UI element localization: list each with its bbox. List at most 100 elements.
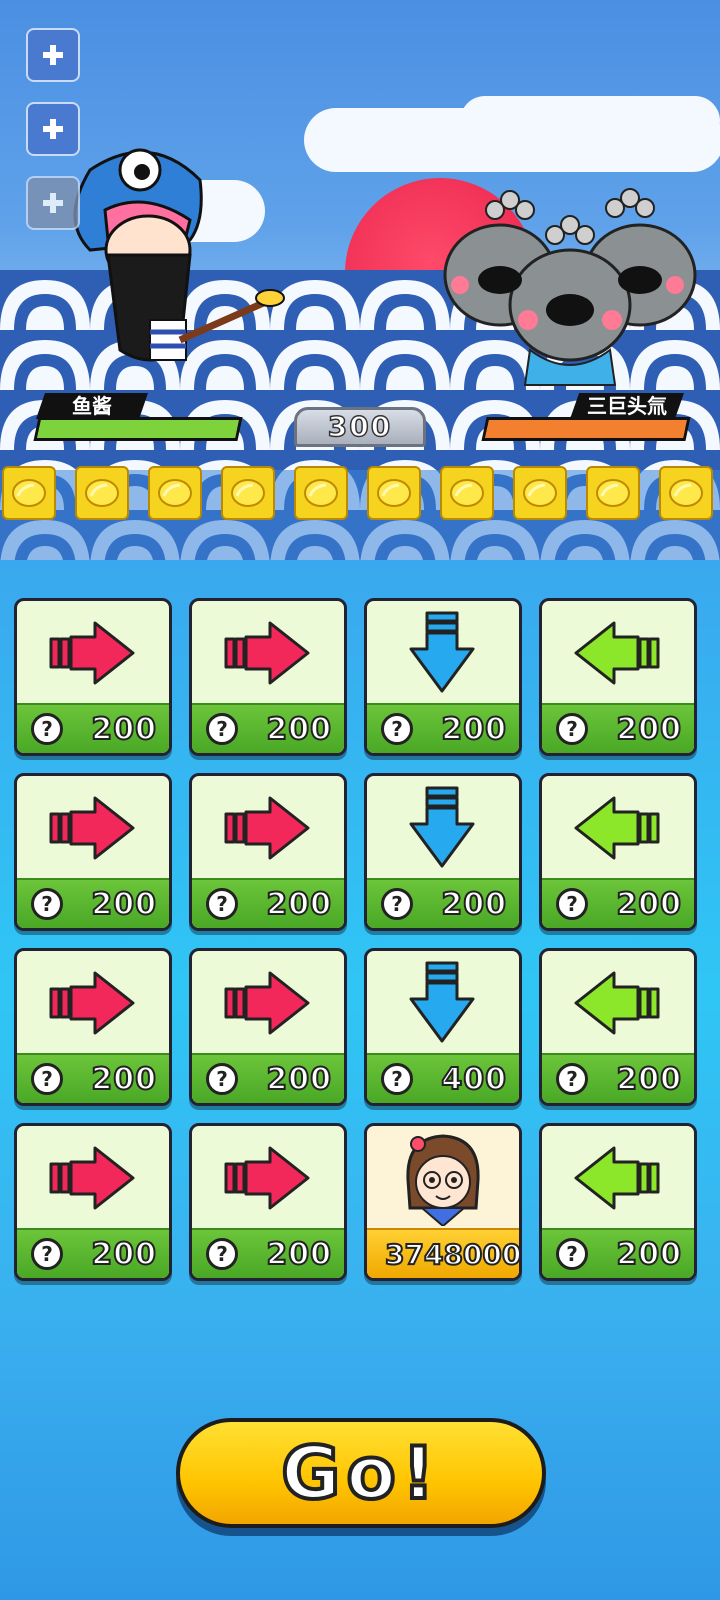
card-art xyxy=(542,776,694,880)
arrow-card-left[interactable]: ? 200 xyxy=(539,598,697,756)
card-cost: 200 xyxy=(615,886,682,923)
arrow-left-icon xyxy=(574,796,660,860)
question-icon: ? xyxy=(31,888,63,920)
enemy-hp-bar xyxy=(481,417,691,441)
arrow-right-icon xyxy=(49,621,135,685)
arrow-card-right[interactable]: ? 200 xyxy=(14,948,172,1106)
card-art xyxy=(367,776,519,880)
lemon-icon xyxy=(12,479,46,507)
arrow-card-right[interactable]: ? 200 xyxy=(14,773,172,931)
lemon-slot xyxy=(367,466,421,520)
card-art xyxy=(17,776,169,880)
card-cost-bar: ? 200 xyxy=(192,878,344,928)
player-portrait-card[interactable]: 37480000 xyxy=(364,1123,522,1281)
player-name-tag: 鱼酱 xyxy=(36,393,148,419)
arrow-left-icon xyxy=(574,971,660,1035)
lemon-slot xyxy=(75,466,129,520)
arrow-card-left[interactable]: ? 200 xyxy=(539,948,697,1106)
card-cost: 200 xyxy=(265,886,332,923)
girl-avatar-icon xyxy=(406,1134,480,1226)
question-icon: ? xyxy=(381,1063,413,1095)
card-cost-bar: ? 200 xyxy=(542,878,694,928)
lemon-energy-row xyxy=(0,466,720,522)
lemon-icon xyxy=(523,479,557,507)
question-icon: ? xyxy=(556,713,588,745)
arrow-right-icon xyxy=(49,1146,135,1210)
question-icon: ? xyxy=(556,888,588,920)
battle-scene: 鱼酱 300 三巨头氚 xyxy=(0,0,720,560)
arrow-card-down[interactable]: ? 400 xyxy=(364,948,522,1106)
enemy-name-tag: 三巨头氚 xyxy=(570,393,684,419)
arrow-card-left[interactable]: ? 200 xyxy=(539,773,697,931)
arrow-card-right[interactable]: ? 200 xyxy=(189,948,347,1106)
card-art xyxy=(192,1126,344,1230)
question-icon: ? xyxy=(31,1063,63,1095)
arrow-card-right[interactable]: ? 200 xyxy=(189,773,347,931)
lemon-icon xyxy=(596,479,630,507)
lemon-slot xyxy=(2,466,56,520)
lemon-icon xyxy=(450,479,484,507)
card-cost: 200 xyxy=(90,886,157,923)
question-icon: ? xyxy=(381,888,413,920)
card-art xyxy=(192,601,344,705)
card-cost: 200 xyxy=(615,711,682,748)
card-cost-bar: ? 200 xyxy=(17,1228,169,1278)
card-art xyxy=(367,601,519,705)
side-plus-button-1[interactable] xyxy=(26,28,80,82)
card-cost-bar: ? 200 xyxy=(542,1228,694,1278)
card-cost-bar: 37480000 xyxy=(367,1228,519,1278)
card-cost-bar: ? 200 xyxy=(367,703,519,753)
card-cost-bar: ? 200 xyxy=(17,1053,169,1103)
card-cost: 200 xyxy=(615,1236,682,1273)
cloud xyxy=(460,96,720,146)
lemon-icon xyxy=(377,479,411,507)
card-cost: 200 xyxy=(90,1061,157,1098)
player-hp-fill xyxy=(37,420,239,438)
player-name: 鱼酱 xyxy=(72,394,112,418)
arrow-down-icon xyxy=(409,961,475,1043)
arrow-down-icon xyxy=(409,611,475,693)
card-cost-bar: ? 200 xyxy=(17,878,169,928)
arrow-card-right[interactable]: ? 200 xyxy=(14,598,172,756)
arrow-right-icon xyxy=(49,796,135,860)
card-cost-bar: ? 200 xyxy=(542,703,694,753)
arrow-card-down[interactable]: ? 200 xyxy=(364,598,522,756)
side-plus-button-3[interactable] xyxy=(26,176,80,230)
question-icon: ? xyxy=(31,713,63,745)
question-icon: ? xyxy=(31,1238,63,1270)
card-cost: 400 xyxy=(440,1061,507,1098)
lemon-slot xyxy=(440,466,494,520)
card-art xyxy=(17,601,169,705)
card-cost: 200 xyxy=(615,1061,682,1098)
card-cost-bar: ? 200 xyxy=(17,703,169,753)
arrow-card-right[interactable]: ? 200 xyxy=(189,598,347,756)
arrow-card-right[interactable]: ? 200 xyxy=(14,1123,172,1281)
question-icon: ? xyxy=(206,1063,238,1095)
question-icon: ? xyxy=(206,713,238,745)
lemon-slot xyxy=(221,466,275,520)
enemy-name: 三巨头氚 xyxy=(587,394,667,418)
arrow-right-icon xyxy=(224,971,310,1035)
question-icon: ? xyxy=(556,1238,588,1270)
lemon-icon xyxy=(304,479,338,507)
plus-icon xyxy=(43,119,63,139)
card-art xyxy=(17,951,169,1055)
enemy-three-heads xyxy=(443,188,697,386)
card-cost-bar: ? 400 xyxy=(367,1053,519,1103)
question-icon: ? xyxy=(381,713,413,745)
lemon-slot xyxy=(148,466,202,520)
arrow-card-down[interactable]: ? 200 xyxy=(364,773,522,931)
player-hp-bar xyxy=(33,417,243,441)
go-button[interactable]: Go! xyxy=(176,1418,546,1528)
arrow-card-left[interactable]: ? 200 xyxy=(539,1123,697,1281)
arrow-card-right[interactable]: ? 200 xyxy=(189,1123,347,1281)
side-plus-button-2[interactable] xyxy=(26,102,80,156)
battle-timer: 300 xyxy=(294,407,426,447)
arrow-down-icon xyxy=(409,786,475,868)
arrow-left-icon xyxy=(574,1146,660,1210)
card-cost: 200 xyxy=(265,1061,332,1098)
lemon-slot xyxy=(513,466,567,520)
card-cost-bar: ? 200 xyxy=(367,878,519,928)
card-cost: 200 xyxy=(90,711,157,748)
lemon-icon xyxy=(158,479,192,507)
